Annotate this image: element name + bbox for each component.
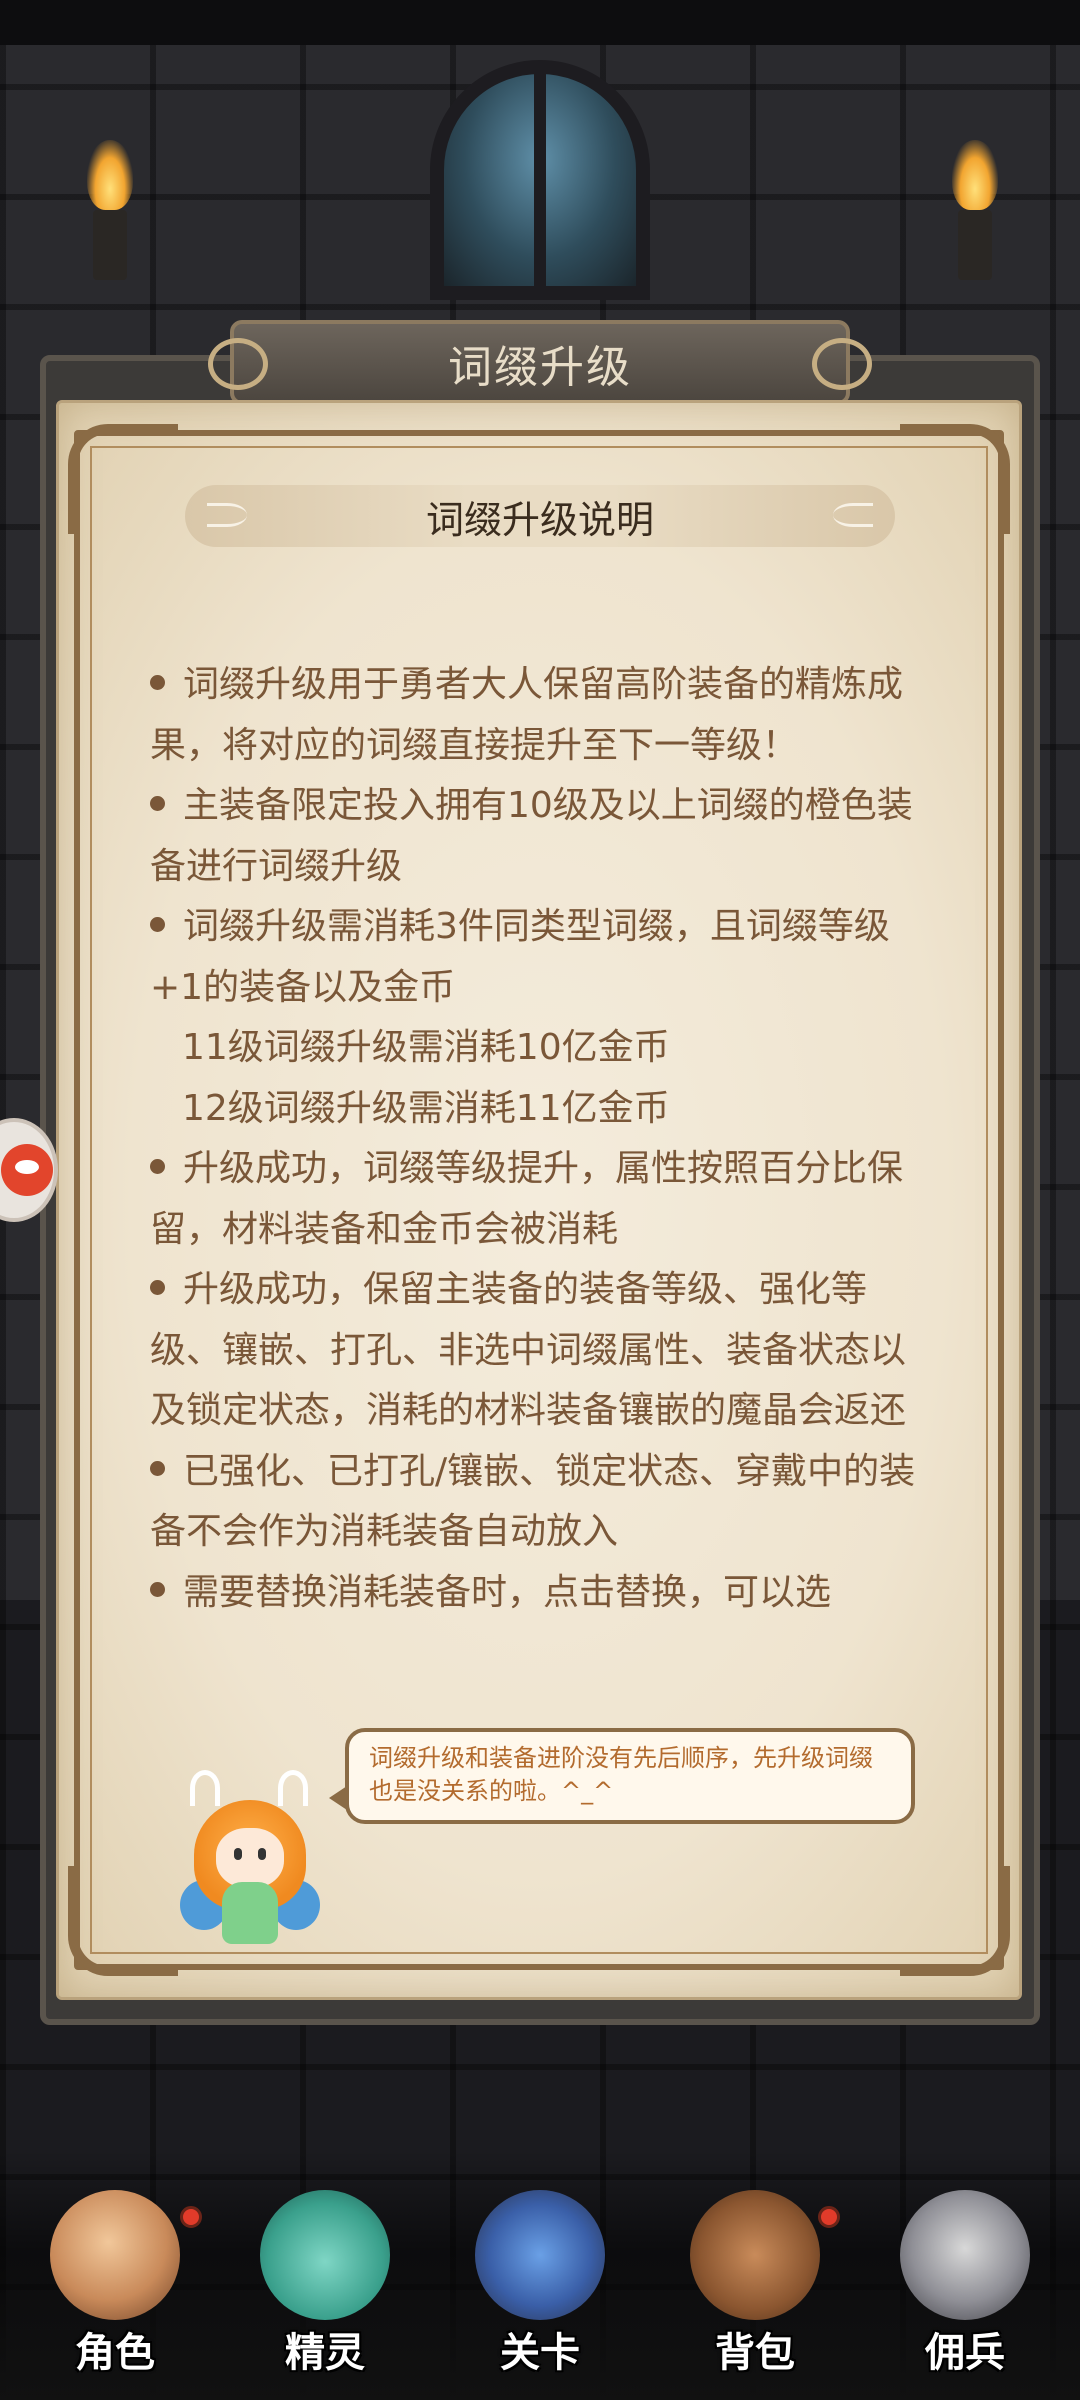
torch-right xyxy=(945,140,1005,280)
nav-item-stage[interactable]: 关卡 xyxy=(445,2170,635,2390)
stage-icon xyxy=(475,2190,605,2320)
nav-label: 角色 xyxy=(75,2330,155,2376)
bag-icon xyxy=(690,2190,820,2320)
subtitle: 词缀升级说明 xyxy=(425,497,654,542)
bullet-icon xyxy=(150,1158,165,1174)
dialog-title: 词缀升级 xyxy=(448,341,632,393)
corner-ornament-icon xyxy=(68,1866,178,1976)
subtitle-banner: 词缀升级说明 xyxy=(185,485,895,547)
corner-ornament-icon xyxy=(900,424,1010,534)
assistant-icon xyxy=(1,1144,53,1196)
helper-speech-bubble: 词缀升级和装备进阶没有先后顺序，先升级词缀也是没关系的啦。^_^ xyxy=(329,1728,915,1824)
notification-dot xyxy=(180,2206,202,2228)
sprite-icon xyxy=(260,2190,390,2320)
description-item: 主装备限定投入拥有10级及以上词缀的橙色装备进行词缀升级 xyxy=(150,785,913,887)
mercenary-icon xyxy=(900,2190,1030,2320)
nav-item-sprite[interactable]: 精灵 xyxy=(230,2170,420,2390)
bullet-icon xyxy=(150,1279,165,1295)
title-ornament-right-icon xyxy=(812,338,872,390)
nav-item-hero[interactable]: 角色 xyxy=(20,2170,210,2390)
description-scroll[interactable]: 词缀升级用于勇者大人保留高阶装备的精炼成果，将对应的词缀直接提升至下一等级！ 主… xyxy=(150,655,920,1700)
status-bar xyxy=(0,0,1080,45)
cost-line: 12级词缀升级需消耗11亿金币 xyxy=(182,1087,670,1129)
dialog-title-plate: 词缀升级 xyxy=(208,320,872,405)
nav-label: 背包 xyxy=(715,2330,795,2376)
banner-arrow-left-icon xyxy=(207,503,247,527)
description-item: 词缀升级需消耗3件同类型词缀，且词缀等级+1的装备以及金币 xyxy=(150,906,890,1008)
cost-line: 11级词缀升级需消耗10亿金币 xyxy=(182,1027,670,1068)
description-item: 升级成功，保留主装备的装备等级、强化等级、镶嵌、打孔、非选中词缀属性、装备状态以… xyxy=(150,1269,907,1431)
description-item: 词缀升级用于勇者大人保留高阶装备的精炼成果，将对应的词缀直接提升至下一等级！ xyxy=(150,664,904,766)
title-ornament-left-icon xyxy=(208,338,268,390)
bullet-icon xyxy=(150,916,165,932)
corner-ornament-icon xyxy=(900,1866,1010,1976)
fairy-mascot-icon xyxy=(180,1770,320,1950)
corner-ornament-icon xyxy=(68,424,178,534)
nav-label: 佣兵 xyxy=(925,2330,1005,2376)
bullet-icon xyxy=(150,1582,165,1597)
hero-icon xyxy=(50,2190,180,2320)
description-item: 需要替换消耗装备时，点击替换，可以选 xyxy=(150,1563,920,1624)
castle-window xyxy=(430,60,650,300)
nav-label: 精灵 xyxy=(285,2330,365,2376)
bullet-icon xyxy=(150,674,165,690)
description-item: 已强化、已打孔/镶嵌、锁定状态、穿戴中的装备不会作为消耗装备自动放入 xyxy=(150,1450,916,1552)
banner-arrow-right-icon xyxy=(833,503,873,527)
nav-item-bag[interactable]: 背包 xyxy=(660,2170,850,2390)
nav-item-mercenary[interactable]: 佣兵 xyxy=(870,2170,1060,2390)
description-item: 升级成功，词缀等级提升，属性按照百分比保留，材料装备和金币会被消耗 xyxy=(150,1148,904,1250)
torch-left xyxy=(80,140,140,280)
bullet-icon xyxy=(150,795,165,811)
nav-label: 关卡 xyxy=(500,2330,580,2376)
bullet-icon xyxy=(150,1461,165,1476)
notification-dot xyxy=(818,2206,840,2228)
